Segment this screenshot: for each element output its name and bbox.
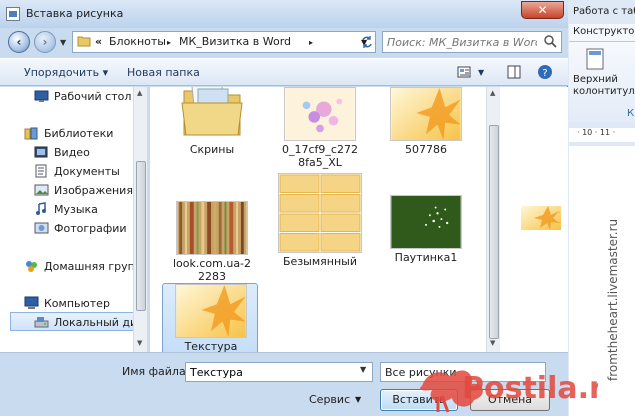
recent-pages-dropdown-icon[interactable]: ▼ <box>60 38 66 47</box>
documents-icon <box>35 164 47 178</box>
scroll-thumb[interactable] <box>489 125 499 339</box>
tools-button[interactable]: Сервис <box>309 393 350 406</box>
word-contextual-title: Работа с табл <box>573 6 635 17</box>
breadcrumb-item[interactable]: МК_Визитка в Word <box>179 35 291 48</box>
header-button-label[interactable]: Верхний <box>573 74 618 85</box>
change-view-icon[interactable] <box>456 64 472 80</box>
image-thumbnail-flowers <box>284 87 356 141</box>
file-name: Текстура <box>184 340 238 352</box>
new-folder-button[interactable]: Новая папка <box>127 66 200 79</box>
computer-icon <box>24 296 39 309</box>
image-thumbnail-cards <box>278 173 362 253</box>
scroll-thumb[interactable] <box>136 161 146 311</box>
help-icon[interactable]: ? <box>537 64 553 80</box>
file-item-tekstura[interactable]: Текстура <box>162 283 258 352</box>
view-dropdown-icon[interactable]: ▼ <box>478 68 484 77</box>
file-item-flowers[interactable]: 0_17cf9_c2728fa5_XL <box>272 87 368 169</box>
nav-item-libraries[interactable]: Библиотеки <box>0 124 145 143</box>
search-input[interactable] <box>387 34 537 50</box>
libraries-icon <box>24 127 38 140</box>
header-icon[interactable] <box>585 48 605 70</box>
folder-icon <box>77 35 91 50</box>
photos-icon <box>34 222 49 234</box>
nav-item-local-disk[interactable]: Локальный диск <box>10 312 145 331</box>
preview-pane-icon[interactable] <box>506 64 522 80</box>
music-icon <box>36 202 46 215</box>
search-icon[interactable] <box>543 34 557 48</box>
breadcrumb-separator-icon[interactable]: ▸ <box>309 38 313 47</box>
refresh-icon[interactable] <box>360 35 374 52</box>
forward-button[interactable]: › <box>34 31 56 53</box>
navigation-scrollbar[interactable]: ▲ ▼ <box>133 87 147 352</box>
nav-item-pictures[interactable]: Изображения <box>0 181 145 200</box>
svg-text:Postila.ru: Postila.ru <box>462 371 598 406</box>
scroll-up-icon[interactable]: ▲ <box>137 89 142 97</box>
file-name: look.com.ua-22283 <box>172 257 252 283</box>
filename-dropdown-icon[interactable]: ▼ <box>360 365 366 374</box>
file-name: 0_17cf9_c2728fa5_XL <box>282 143 358 169</box>
ribbon-group-label: К <box>627 108 635 119</box>
pictures-icon <box>34 184 49 196</box>
file-item-507786[interactable]: 507786 <box>378 87 474 161</box>
word-ribbon: Верхний колонтитул К <box>569 42 635 122</box>
file-list-scrollbar[interactable]: ▲ ▼ <box>486 87 500 352</box>
file-item-pautinka[interactable]: Паутинка1 <box>378 195 474 269</box>
nav-item-music[interactable]: Музыка <box>0 200 145 219</box>
postila-logo: Postila.ru <box>420 370 598 413</box>
file-item-bezymyanny[interactable]: Безымянный <box>272 173 368 268</box>
svg-text:?: ? <box>542 68 547 79</box>
nav-item-homegroup[interactable]: Домашняя группа <box>0 257 145 276</box>
close-button[interactable]: ✕ <box>521 1 564 19</box>
scroll-up-icon[interactable]: ▲ <box>490 89 495 97</box>
search-box[interactable] <box>382 31 562 53</box>
nav-item-computer[interactable]: Компьютер <box>0 294 145 313</box>
word-tab-design[interactable]: Конструктор <box>569 24 635 42</box>
header-button-label-2[interactable]: колонтитул <box>573 86 635 97</box>
back-button[interactable]: ‹ <box>8 31 30 53</box>
image-thumbnail-texture <box>175 284 247 338</box>
file-name: Паутинка1 <box>394 251 458 264</box>
navigation-pane[interactable]: Рабочий стол Библиотеки Видео Документы … <box>0 87 146 352</box>
word-app-icon <box>6 7 20 21</box>
title-bar: Вставка рисунка ✕ <box>0 0 568 28</box>
video-icon <box>34 146 48 158</box>
organize-button[interactable]: Упорядочить ▾ <box>24 66 108 79</box>
tools-dropdown-icon[interactable]: ▼ <box>355 395 361 404</box>
dialog-title: Вставка рисунка <box>26 7 124 20</box>
breadcrumb-overflow[interactable]: « <box>95 35 102 48</box>
image-thumbnail-texture-in-document[interactable] <box>521 206 559 230</box>
nav-item-photos[interactable]: Фотографии <box>0 219 145 238</box>
nav-item-video[interactable]: Видео <box>0 143 145 162</box>
command-bar: Упорядочить ▾ Новая папка ▼ ? <box>0 58 568 86</box>
image-thumbnail-warm <box>390 87 462 141</box>
address-bar[interactable]: « Блокноты ▸ МК_Визитка в Word ▸ ▼ <box>72 31 376 53</box>
file-item-folder-skriny[interactable]: Скрины <box>164 87 260 161</box>
nav-item-documents[interactable]: Документы <box>0 162 145 181</box>
scroll-down-icon[interactable]: ▼ <box>137 339 142 347</box>
folder-icon <box>181 87 243 136</box>
file-name: Безымянный <box>283 255 357 268</box>
file-list[interactable]: Скрины 0_17cf9_c2728fa5_XL 507786 look.c… <box>150 87 486 352</box>
image-thumbnail-green <box>390 195 462 249</box>
desktop-icon <box>34 90 49 102</box>
image-thumbnail-stripes <box>176 201 248 255</box>
breadcrumb-item[interactable]: Блокноты <box>109 35 166 48</box>
filename-input[interactable] <box>185 362 373 382</box>
homegroup-icon <box>26 261 37 272</box>
file-item-stripes[interactable]: look.com.ua-22283 <box>164 201 260 283</box>
word-ruler[interactable]: · 10 · 11 · <box>569 128 635 142</box>
address-row: ‹ › ▼ « Блокноты ▸ МК_Визитка в Word ▸ ▼ <box>0 28 568 58</box>
file-name: Скрины <box>189 143 235 156</box>
file-name: 507786 <box>405 143 447 156</box>
breadcrumb-separator-icon[interactable]: ▸ <box>167 38 171 47</box>
disk-icon <box>34 317 49 328</box>
nav-item-desktop[interactable]: Рабочий стол <box>0 87 145 106</box>
filename-label: Имя файла: <box>122 365 190 378</box>
site-watermark: fromtheheart.livemaster.ru <box>606 218 620 382</box>
